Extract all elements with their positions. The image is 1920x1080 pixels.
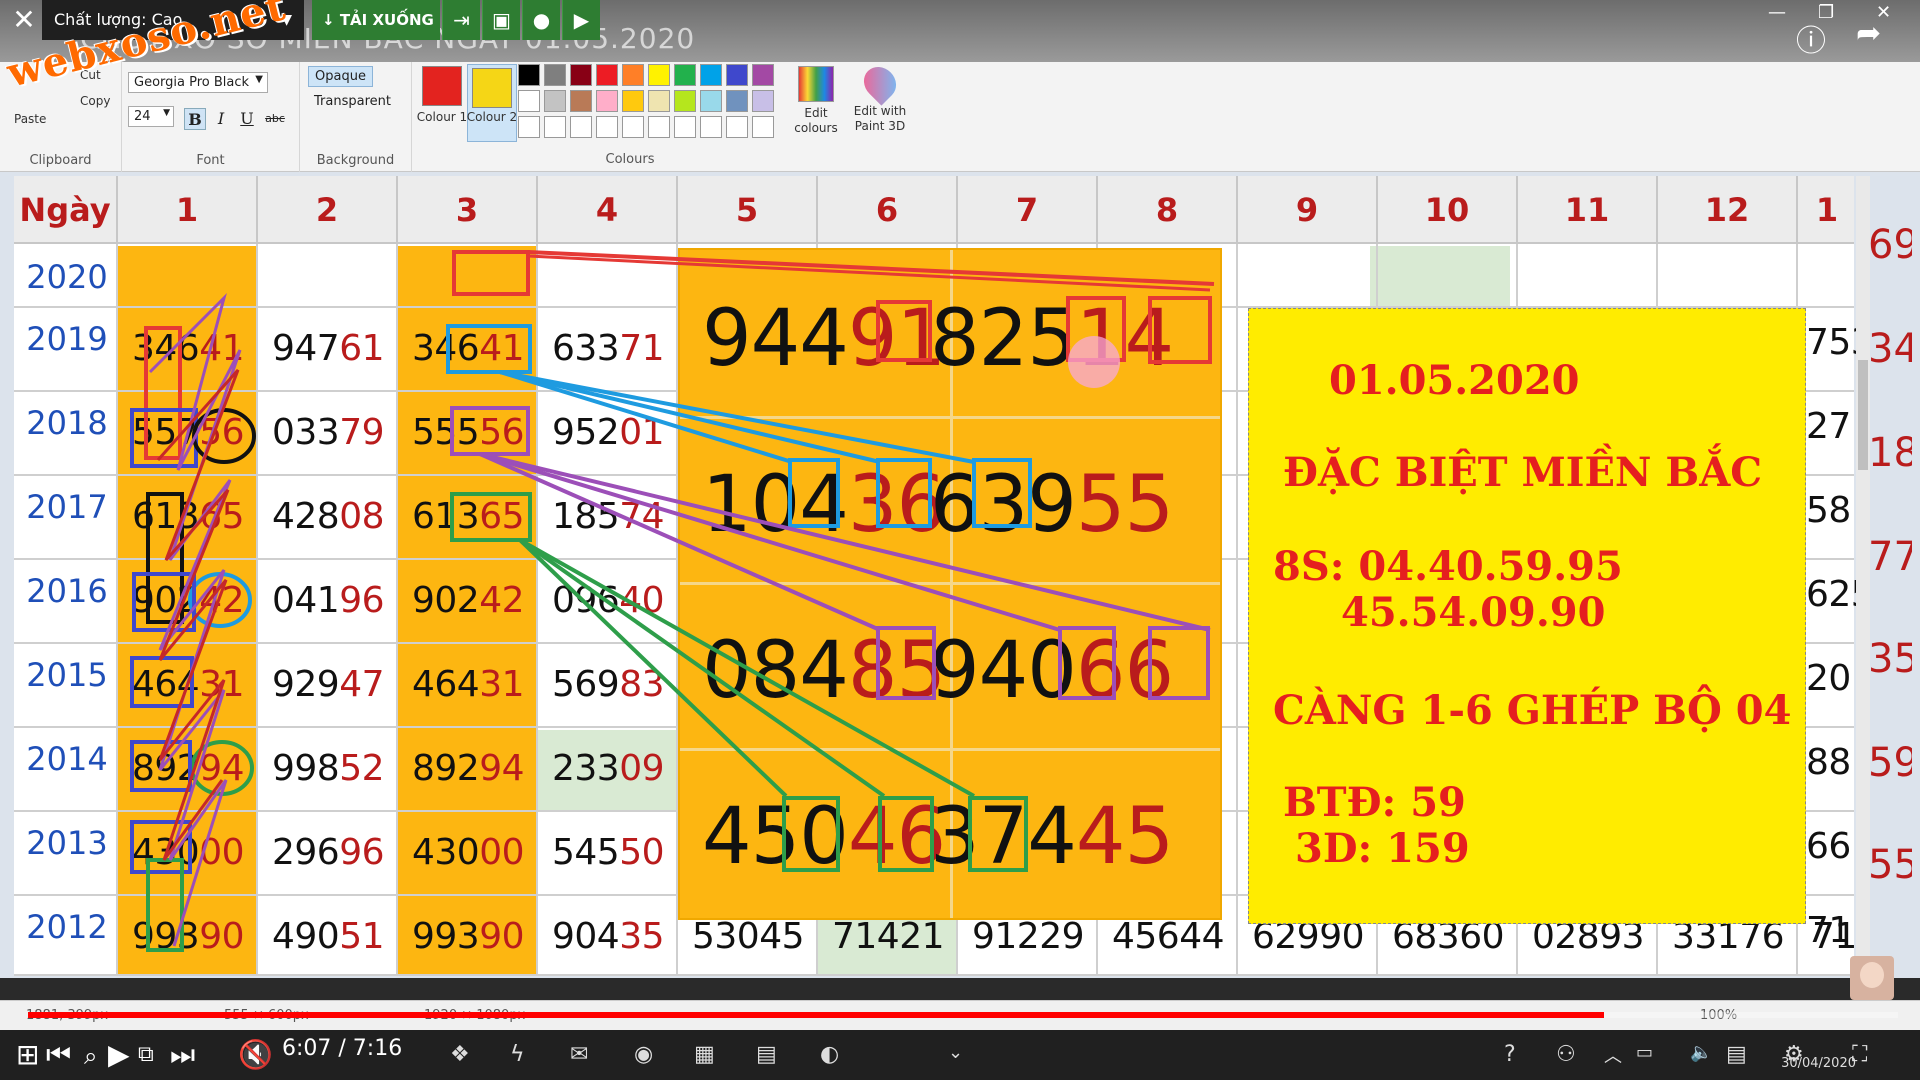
restore-icon[interactable]: ❐ <box>1818 2 1834 23</box>
right-edge-red-number: 55 <box>1868 842 1912 888</box>
note-line5: BTĐ: 59 <box>1283 779 1466 826</box>
purple-line <box>479 452 881 632</box>
cursor-highlight <box>1068 336 1120 388</box>
chevron-up-icon[interactable]: ︿ <box>1604 1042 1622 1068</box>
taskbar-date: 30/04/2020 <box>1781 1056 1856 1071</box>
picture-in-picture-icon[interactable]: ▣ <box>482 0 520 40</box>
red-box <box>876 300 932 362</box>
right-edge-red-number: 77 <box>1868 534 1912 580</box>
subtitles-icon[interactable]: ▤ <box>1726 1042 1747 1067</box>
lightbulb-icon[interactable]: ● <box>522 0 560 40</box>
vertical-scrollbar[interactable] <box>1856 176 1870 976</box>
screen: CHỐT XỔ SỐ MIỀN BẮC NGÀY 01.05.2020 Past… <box>0 0 1920 1080</box>
app-icon[interactable]: ◐ <box>820 1042 839 1067</box>
download-arrow-icon: ↓ <box>322 11 335 29</box>
right-edge-red-number: 59 <box>1868 740 1912 786</box>
blue-line <box>499 370 793 464</box>
play-icon[interactable]: ▶ <box>108 1038 130 1071</box>
scrollbar-thumb[interactable] <box>1858 360 1868 470</box>
black-box <box>146 492 184 624</box>
red-line <box>527 250 1215 286</box>
right-edge-red-number: 34 <box>1868 326 1912 372</box>
blue-box <box>876 458 932 528</box>
people-icon[interactable]: ⚇ <box>1556 1042 1576 1067</box>
blue-box <box>446 324 532 374</box>
close-icon[interactable]: ✕ <box>8 4 40 36</box>
red-line <box>527 254 1211 292</box>
progress-fill <box>28 1012 1605 1018</box>
video-top-bar: ✕ Chất lượng: Cao ▼ ↓ TẢI XUỐNG ⇥ ▣ ● ▶ … <box>0 0 1920 97</box>
purple-box <box>876 626 936 700</box>
green-box <box>450 492 532 542</box>
export-icon[interactable]: ⇥ <box>442 0 480 40</box>
minimize-icon[interactable]: — <box>1768 2 1786 23</box>
volume-icon[interactable]: 🔈 <box>1690 1042 1712 1063</box>
purple-line <box>479 452 1211 632</box>
task-view-icon[interactable]: ⧉ <box>138 1042 154 1067</box>
right-edge-red-number: 18 <box>1868 430 1912 476</box>
help-icon[interactable]: ? <box>1504 1042 1516 1067</box>
previous-icon[interactable]: ⏮ <box>46 1038 71 1072</box>
purple-box <box>1058 626 1116 700</box>
app-icon[interactable]: ▦ <box>694 1042 715 1067</box>
close-window-icon[interactable]: ✕ <box>1876 2 1891 23</box>
red-box <box>1148 296 1212 364</box>
green-box <box>878 796 934 872</box>
purple-box <box>1148 626 1210 700</box>
blue-box <box>972 458 1032 528</box>
right-edge-red-number: 69 <box>1868 222 1912 268</box>
black-circle <box>192 408 256 464</box>
blue-line <box>499 370 975 464</box>
note-date: 01.05.2020 <box>1329 357 1580 404</box>
note-line3: 45.54.09.90 <box>1341 589 1606 636</box>
blue-line <box>499 370 881 464</box>
note-line4: CÀNG 1-6 GHÉP BỘ 04 <box>1273 687 1792 734</box>
purple-box <box>450 406 530 456</box>
video-time: 6:07 / 7:16 <box>282 1036 403 1061</box>
blue-box <box>788 458 840 528</box>
paint-icon[interactable]: ◉ <box>634 1042 653 1067</box>
red-box <box>452 250 530 296</box>
note-box[interactable]: 01.05.2020 ĐẶC BIỆT MIỀN BẮC 8S: 04.40.5… <box>1248 308 1806 924</box>
mail-icon[interactable]: ✉ <box>570 1042 588 1067</box>
avatar <box>1850 956 1894 1000</box>
note-line1: ĐẶC BIỆT MIỀN BẮC <box>1283 449 1763 496</box>
skip-icon[interactable]: ▶ <box>562 0 600 40</box>
note-line2: 8S: 04.40.59.95 <box>1273 543 1623 590</box>
green-box <box>968 796 1028 872</box>
chevron-down-icon[interactable]: ⌄ <box>948 1042 963 1063</box>
green-line <box>518 538 886 798</box>
search-icon[interactable]: ⌕ <box>84 1042 97 1070</box>
download-button[interactable]: ↓ TẢI XUỐNG <box>312 0 440 40</box>
green-box <box>782 796 840 872</box>
battery-icon[interactable]: ▭ <box>1636 1042 1653 1063</box>
right-edge-red-number: 35 <box>1868 636 1912 682</box>
dropbox-icon[interactable]: ❖ <box>450 1042 470 1067</box>
app-icon[interactable]: ▤ <box>756 1042 777 1067</box>
app-icon[interactable]: ϟ <box>510 1042 525 1067</box>
windows-start-icon[interactable]: ⊞ <box>16 1038 39 1071</box>
mute-icon[interactable]: 🔇 <box>238 1038 273 1071</box>
note-line6: 3D: 159 <box>1295 825 1470 872</box>
download-label: TẢI XUỐNG <box>339 11 434 29</box>
video-progress-bar[interactable] <box>28 1012 1898 1018</box>
next-icon[interactable]: ⏭ <box>170 1038 195 1072</box>
